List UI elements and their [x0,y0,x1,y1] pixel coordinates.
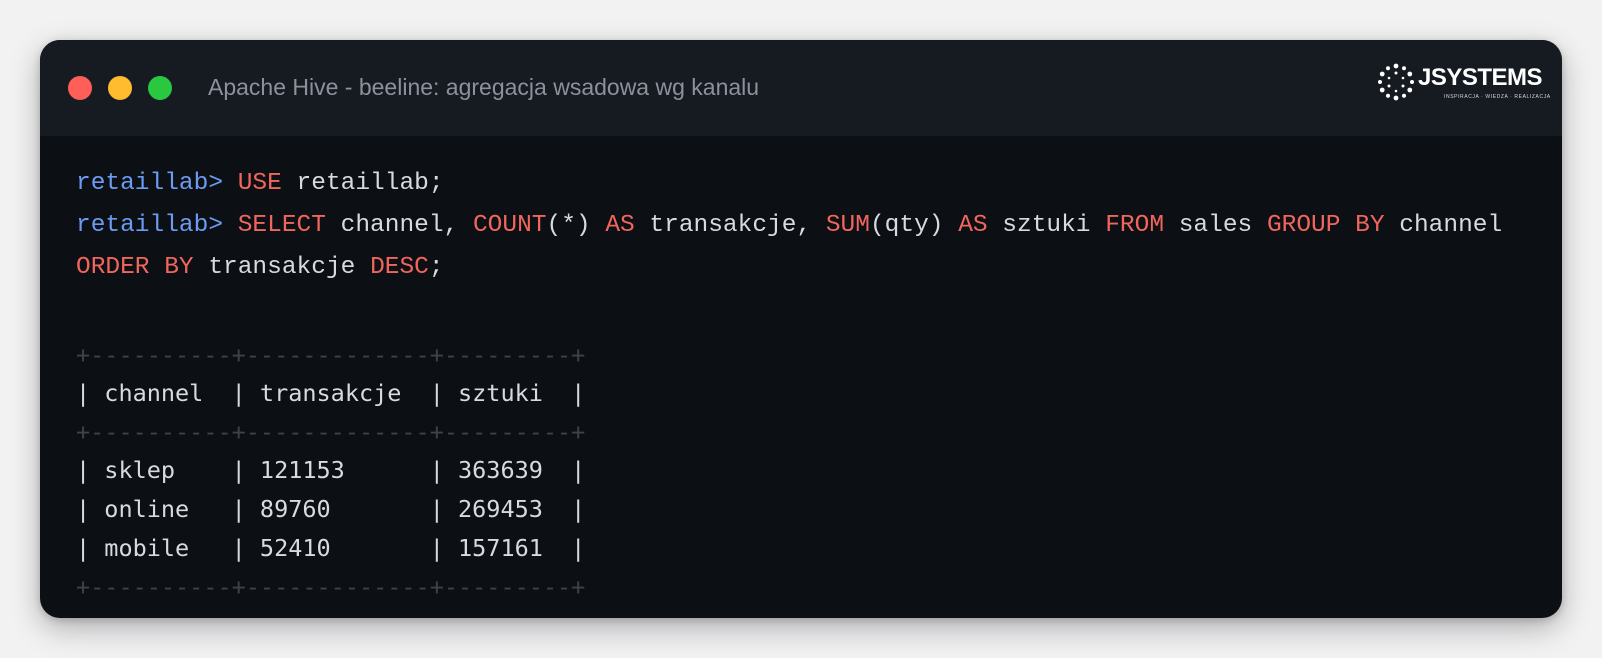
sql-keyword: GROUP BY [1266,212,1385,239]
table-row: | online | 89760 | 269453 | [76,495,586,523]
prompt: retaillab> [76,170,238,197]
sql-text: channel [1384,212,1503,239]
sql-keyword: AS [605,212,635,239]
sql-keyword: AS [958,212,988,239]
table-border: +----------+-------------+---------+ [76,418,586,446]
table-row: | sklep | 121153 | 363639 | [76,456,586,484]
sql-text: retaillab; [281,170,444,197]
logo-tagline: INSPIRACJA · WIEDZA · REALIZACJA [1444,94,1551,100]
table-border: +----------+-------------+---------+ [76,341,586,369]
sql-keyword: USE [237,170,282,197]
sql-text: ; [428,254,444,281]
sql-text: (qty) [869,212,959,239]
sql-keyword: FROM [1105,212,1165,239]
jsystems-logo: JSYSTEMS INSPIRACJA · WIEDZA · REALIZACJ… [1376,62,1550,106]
sql-keyword: ORDER BY [76,254,194,281]
command-line: retaillab> SELECT channel, COUNT(*) AS t… [76,205,1502,247]
sql-text: sztuki [987,212,1106,239]
command-line: ORDER BY transakcje DESC; [76,247,1502,289]
sql-keyword: DESC [370,254,429,281]
sql-text: transakcje, [634,212,826,239]
terminal-window: Apache Hive - beeline: agregacja wsadowa… [40,40,1562,618]
sql-keyword: SELECT [237,212,326,239]
table-row: | mobile | 52410 | 157161 | [76,534,586,562]
close-button[interactable] [68,76,92,100]
minimize-button[interactable] [108,76,132,100]
window-title: Apache Hive - beeline: agregacja wsadowa… [208,74,760,100]
prompt: retaillab> [76,212,238,239]
maximize-button[interactable] [148,76,172,100]
result-table: +----------+-------------+---------+ | ch… [76,336,585,606]
command-line: retaillab> USE retaillab; [76,163,1502,205]
sql-text: (*) [546,212,606,239]
terminal-output: retaillab> USE retaillab; retaillab> SELE… [76,163,1502,289]
title-bar: Apache Hive - beeline: agregacja wsadowa… [40,40,1562,136]
sql-text: sales [1164,212,1267,239]
sql-text: channel, [325,212,473,239]
logo-wordmark: JSYSTEMS [1418,64,1543,91]
sql-keyword: SUM [825,212,870,239]
logo-dots-icon [1378,63,1414,101]
table-header: | channel | transakcje | sztuki | [76,379,586,407]
sql-text: transakcje [193,254,371,281]
table-border: +----------+-------------+---------+ [76,573,586,601]
sql-keyword: COUNT [472,212,547,239]
